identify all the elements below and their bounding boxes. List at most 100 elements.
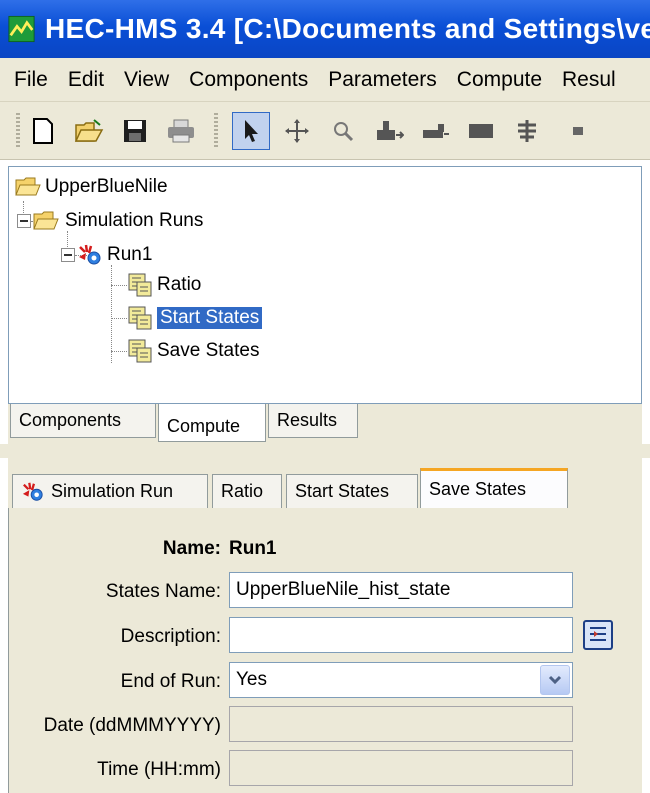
title-bar[interactable]: HEC-HMS 3.4 [C:\Documents and Settings\v…	[0, 0, 650, 58]
arrow-select-icon	[245, 119, 258, 142]
date-input	[229, 706, 573, 742]
chevron-down-icon	[548, 675, 562, 685]
tree-connector	[111, 318, 127, 319]
tree-connector	[111, 265, 112, 363]
hec-hms-app-icon	[8, 15, 35, 43]
partial-tool-icon	[573, 126, 583, 135]
reach-button[interactable]	[416, 112, 454, 150]
toolbar-grip[interactable]	[16, 112, 20, 149]
date-label: Date (ddMMMYYYY)	[43, 715, 221, 736]
description-input[interactable]	[229, 617, 573, 653]
toolbar-separator	[214, 112, 218, 149]
menu-parameters[interactable]: Parameters	[318, 68, 447, 92]
tree-node-ratio[interactable]: Ratio	[127, 271, 201, 299]
tab-simulation-run-label: Simulation Run	[51, 481, 174, 501]
menu-file[interactable]: File	[0, 68, 58, 92]
tab-results-label: Results	[277, 410, 338, 430]
more-tools-button[interactable]	[554, 112, 592, 150]
tab-compute-label: Compute	[167, 416, 241, 436]
tree-connector	[111, 285, 127, 286]
menu-components[interactable]: Components	[179, 68, 318, 92]
tree-node-simulation-runs[interactable]: Simulation Runs	[17, 207, 203, 235]
description-editor-button[interactable]	[583, 620, 613, 650]
tree-node-save-states[interactable]: Save States	[127, 337, 259, 365]
move-icon	[285, 118, 309, 143]
tree-node-start-states-label: Start States	[157, 307, 263, 329]
junction-icon	[518, 119, 536, 142]
collapse-toggle-icon[interactable]	[17, 214, 31, 228]
folder-open-icon	[15, 177, 41, 196]
states-name-input[interactable]: UpperBlueNile_hist_state	[229, 572, 573, 608]
description-label: Description:	[120, 626, 221, 647]
menu-edit[interactable]: Edit	[58, 68, 114, 92]
tab-save-states[interactable]: Save States	[420, 468, 568, 508]
simulation-run-icon	[22, 482, 43, 501]
data-table-icon	[128, 306, 152, 330]
move-button[interactable]	[278, 112, 316, 150]
menu-view[interactable]: View	[114, 68, 179, 92]
menu-bar: File Edit View Components Parameters Com…	[0, 58, 650, 102]
zoom-icon	[334, 121, 354, 141]
menu-results[interactable]: Resul	[552, 68, 626, 92]
component-editor-tabs: Simulation Run Ratio Start States Save S…	[8, 458, 642, 508]
reach-icon	[423, 123, 449, 138]
print-icon	[168, 119, 194, 142]
window-title: HEC-HMS 3.4 [C:\Documents and Settings\v…	[45, 13, 650, 44]
edit-text-icon	[590, 627, 606, 641]
zoom-button[interactable]	[324, 112, 362, 150]
new-button[interactable]	[24, 112, 62, 150]
tree-node-run1-label: Run1	[107, 244, 153, 265]
tree-node-root[interactable]: UpperBlueNile	[15, 173, 168, 201]
new-file-icon	[33, 117, 53, 144]
collapse-toggle-icon[interactable]	[61, 248, 75, 262]
subbasin-button[interactable]	[370, 112, 408, 150]
end-of-run-label: End of Run:	[120, 671, 221, 692]
data-table-icon	[128, 339, 152, 363]
arrow-select-button[interactable]	[232, 111, 270, 150]
menu-compute[interactable]: Compute	[447, 68, 552, 92]
end-of-run-value: Yes	[236, 669, 267, 690]
reservoir-icon	[469, 123, 493, 138]
explorer-tabs: Components Compute Results	[8, 404, 642, 444]
tree-connector	[111, 351, 127, 352]
save-disk-icon	[124, 119, 146, 142]
reservoir-button[interactable]	[462, 112, 500, 150]
name-label: Name:	[162, 538, 221, 559]
folder-icon	[33, 211, 59, 230]
tab-compute[interactable]: Compute	[158, 404, 266, 442]
end-of-run-select[interactable]: Yes	[229, 662, 573, 698]
tab-components-label: Components	[19, 410, 122, 430]
tab-components[interactable]: Components	[10, 404, 156, 438]
dropdown-button[interactable]	[540, 665, 570, 695]
tab-start-states[interactable]: Start States	[286, 474, 418, 508]
open-folder-icon	[74, 118, 104, 142]
tree-node-simulation-runs-label: Simulation Runs	[65, 210, 204, 231]
tab-start-states-label: Start States	[295, 481, 390, 501]
save-states-editor: Name: Run1 States Name: UpperBlueNile_hi…	[8, 508, 642, 793]
states-name-label: States Name:	[105, 581, 221, 602]
panel-divider[interactable]	[0, 444, 650, 458]
states-name-value: UpperBlueNile_hist_state	[236, 579, 451, 600]
tree-node-root-label: UpperBlueNile	[45, 176, 168, 197]
save-button[interactable]	[116, 112, 154, 150]
tree-node-ratio-label: Ratio	[157, 274, 202, 295]
subbasin-icon	[377, 120, 404, 140]
watershed-explorer-tree[interactable]: UpperBlueNile Simulation Runs Run1 Ratio	[8, 166, 642, 404]
time-input	[229, 750, 573, 786]
tree-node-start-states[interactable]: Start States	[127, 304, 263, 332]
tab-simulation-run[interactable]: Simulation Run	[12, 474, 208, 508]
tab-results[interactable]: Results	[268, 404, 358, 438]
time-label: Time (HH:mm)	[97, 759, 221, 780]
print-button[interactable]	[162, 112, 200, 150]
tab-ratio[interactable]: Ratio	[212, 474, 282, 508]
tab-save-states-label: Save States	[429, 479, 527, 499]
open-button[interactable]	[70, 112, 108, 150]
junction-button[interactable]	[508, 112, 546, 150]
tab-ratio-label: Ratio	[221, 481, 264, 501]
simulation-run-icon	[79, 244, 101, 265]
tree-node-run1[interactable]: Run1	[61, 241, 152, 269]
data-table-icon	[128, 273, 152, 297]
name-value: Run1	[229, 538, 277, 559]
toolbar	[0, 102, 650, 160]
tree-node-save-states-label: Save States	[157, 340, 260, 361]
